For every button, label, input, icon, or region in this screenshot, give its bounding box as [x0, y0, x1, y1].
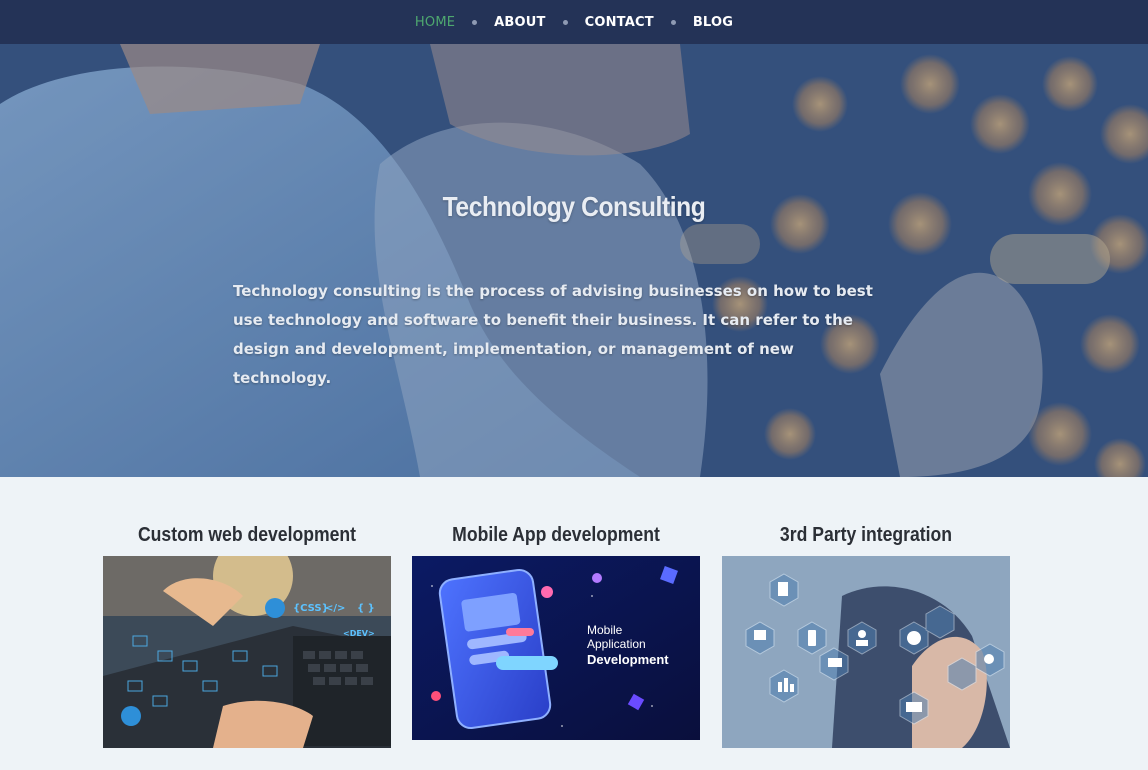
service-card-mobile: Mobile App development Mobile Applicatio…: [412, 500, 700, 740]
service-title: 3rd Party integration: [779, 523, 953, 546]
nav-list: HOME ABOUT CONTACT BLOG: [415, 15, 733, 30]
top-navigation: HOME ABOUT CONTACT BLOG: [0, 0, 1148, 44]
integration-image: [722, 556, 1010, 748]
service-image-integration: [722, 556, 1010, 748]
service-card-web: Custom web development {CSS} </> {} <DE…: [103, 500, 391, 748]
hero-section: Technology Consulting Technology consult…: [0, 44, 1148, 477]
hero-title: Technology Consulting: [442, 190, 706, 222]
service-image-mobile: Mobile Application Development: [412, 556, 700, 740]
nav-about-link[interactable]: ABOUT: [494, 15, 545, 30]
mobile-app-image: Mobile Application Development: [412, 556, 700, 740]
nav-separator: [670, 19, 676, 25]
nav-separator: [562, 19, 568, 25]
web-development-image: {CSS} </> { } <DEV>: [103, 556, 391, 748]
hero-overlay: [0, 44, 1148, 477]
nav-separator: [472, 19, 478, 25]
service-title: Custom web development: [137, 523, 357, 546]
nav-home-link[interactable]: HOME: [415, 15, 455, 30]
hero-description: Technology consulting is the process of …: [233, 282, 873, 387]
development-label: Development: [587, 652, 669, 667]
service-image-web: {CSS} </> { } <DEV>: [103, 556, 391, 748]
service-title: Mobile App development: [452, 523, 660, 546]
application-label: Application: [587, 637, 646, 651]
service-card-integration: 3rd Party integration: [722, 500, 1010, 748]
nav-contact-link[interactable]: CONTACT: [585, 15, 654, 30]
dev-label: <DEV>: [343, 629, 375, 638]
mobile-label: Mobile: [587, 623, 623, 637]
css-label: {CSS}: [293, 603, 329, 614]
braces-label: { }: [357, 603, 375, 614]
code-label: </>: [325, 603, 345, 614]
nav-blog-link[interactable]: BLOG: [693, 15, 733, 30]
